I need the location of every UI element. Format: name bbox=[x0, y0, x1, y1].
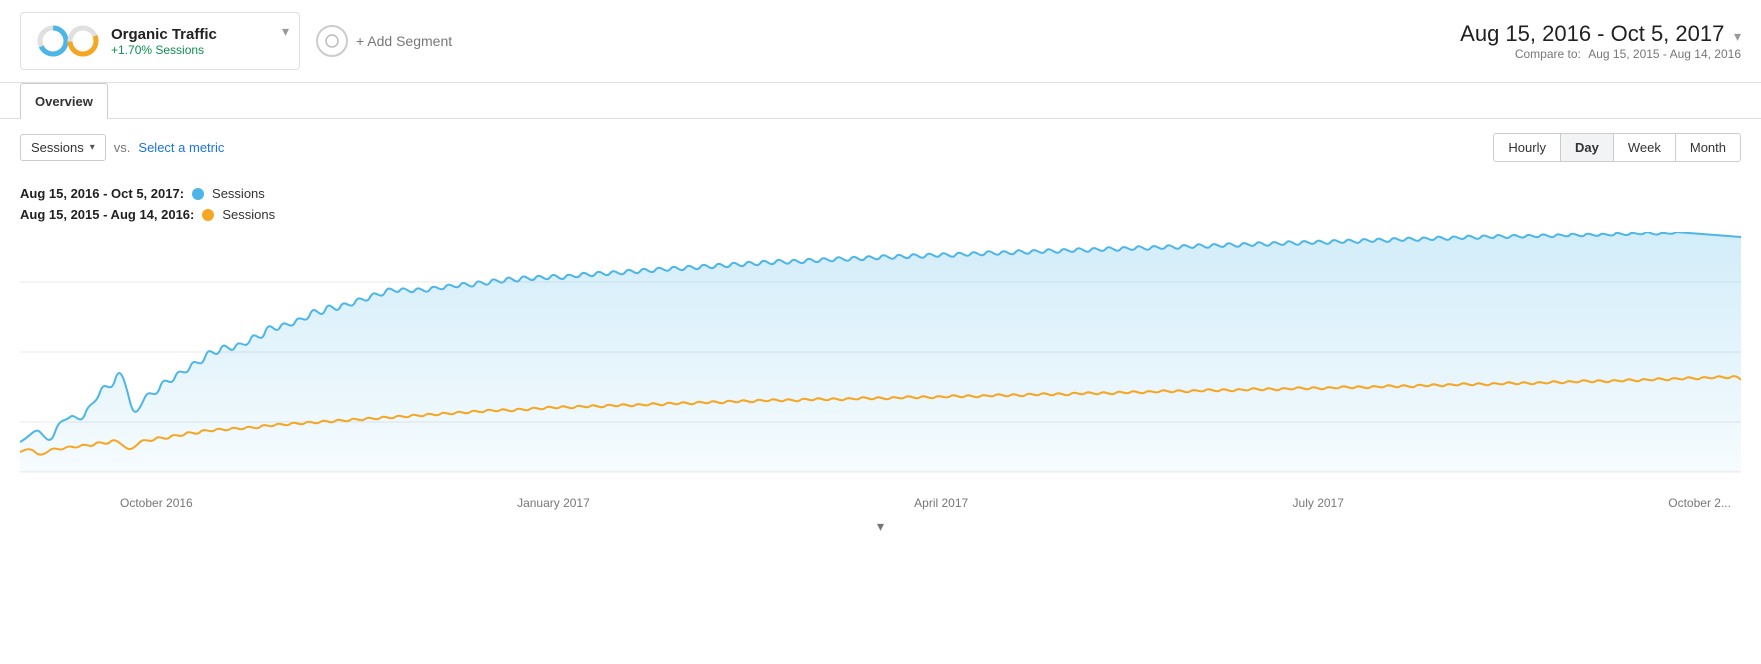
legend-metric-primary: Sessions bbox=[212, 186, 265, 201]
vs-label: vs. bbox=[114, 140, 131, 155]
x-label-oct-2016: October 2016 bbox=[120, 496, 193, 510]
legend-date-compare: Aug 15, 2015 - Aug 14, 2016: bbox=[20, 207, 194, 222]
hourly-button[interactable]: Hourly bbox=[1494, 134, 1560, 161]
add-segment-label: + Add Segment bbox=[356, 33, 452, 49]
x-label-apr-2017: April 2017 bbox=[914, 496, 968, 510]
scroll-down-arrow[interactable]: ▾ bbox=[877, 518, 884, 535]
controls-bar: Sessions ▾ vs. Select a metric Hourly Da… bbox=[0, 119, 1761, 176]
sessions-dropdown-arrow-icon: ▾ bbox=[90, 142, 95, 153]
x-label-jul-2017: July 2017 bbox=[1293, 496, 1344, 510]
tabs-bar: Overview bbox=[0, 83, 1761, 119]
date-range-compare-row: Compare to: Aug 15, 2015 - Aug 14, 2016 bbox=[1460, 47, 1741, 61]
metric-controls: Sessions ▾ vs. Select a metric bbox=[20, 134, 224, 161]
add-segment-circle-icon bbox=[316, 25, 348, 57]
segment-name: Organic Traffic bbox=[111, 26, 217, 43]
compare-prefix: Compare to: bbox=[1515, 47, 1581, 61]
top-bar: Organic Traffic +1.70% Sessions ▾ + Add … bbox=[0, 0, 1761, 83]
segment-change: +1.70% Sessions bbox=[111, 43, 217, 57]
sessions-label: Sessions bbox=[31, 140, 84, 155]
blue-area-fill bbox=[20, 232, 1741, 472]
legend-dot-orange bbox=[202, 209, 214, 221]
donut-icons bbox=[35, 23, 101, 59]
day-button[interactable]: Day bbox=[1560, 134, 1613, 161]
legend-date-primary: Aug 15, 2016 - Oct 5, 2017: bbox=[20, 186, 184, 201]
circle-outline-icon bbox=[325, 34, 339, 48]
date-range-primary: Aug 15, 2016 - Oct 5, 2017 bbox=[1460, 21, 1724, 46]
legend-row-compare: Aug 15, 2015 - Aug 14, 2016: Sessions bbox=[20, 207, 1741, 222]
x-axis-labels: October 2016 January 2017 April 2017 Jul… bbox=[0, 492, 1761, 510]
date-range-section[interactable]: Aug 15, 2016 - Oct 5, 2017 ▾ Compare to:… bbox=[1460, 21, 1741, 61]
time-period-buttons: Hourly Day Week Month bbox=[1493, 133, 1741, 162]
add-segment-button[interactable]: + Add Segment bbox=[316, 25, 452, 57]
tab-overview[interactable]: Overview bbox=[20, 83, 108, 119]
date-range-primary-row: Aug 15, 2016 - Oct 5, 2017 ▾ bbox=[1460, 21, 1741, 47]
x-label-jan-2017: January 2017 bbox=[517, 496, 590, 510]
organic-traffic-segment[interactable]: Organic Traffic +1.70% Sessions ▾ bbox=[20, 12, 300, 70]
legend-dot-blue bbox=[192, 188, 204, 200]
week-button[interactable]: Week bbox=[1613, 134, 1675, 161]
segment-info: Organic Traffic +1.70% Sessions bbox=[111, 26, 217, 57]
date-range-dropdown-arrow[interactable]: ▾ bbox=[1734, 28, 1741, 44]
segment-section: Organic Traffic +1.70% Sessions ▾ + Add … bbox=[20, 12, 452, 70]
legend-section: Aug 15, 2016 - Oct 5, 2017: Sessions Aug… bbox=[0, 176, 1761, 232]
month-button[interactable]: Month bbox=[1675, 134, 1740, 161]
chart-container: October 2016 January 2017 April 2017 Jul… bbox=[0, 232, 1761, 535]
sessions-dropdown[interactable]: Sessions ▾ bbox=[20, 134, 106, 161]
chart-svg bbox=[20, 232, 1741, 492]
select-metric-link[interactable]: Select a metric bbox=[138, 140, 224, 155]
x-label-oct-2: October 2... bbox=[1668, 496, 1731, 510]
chart-area bbox=[0, 232, 1761, 492]
compare-date: Aug 15, 2015 - Aug 14, 2016 bbox=[1588, 47, 1741, 61]
scrollbar-area: ▾ bbox=[0, 510, 1761, 535]
legend-metric-compare: Sessions bbox=[222, 207, 275, 222]
segment-dropdown-arrow[interactable]: ▾ bbox=[282, 23, 289, 40]
legend-row-primary: Aug 15, 2016 - Oct 5, 2017: Sessions bbox=[20, 186, 1741, 201]
orange-donut-icon bbox=[65, 23, 101, 59]
